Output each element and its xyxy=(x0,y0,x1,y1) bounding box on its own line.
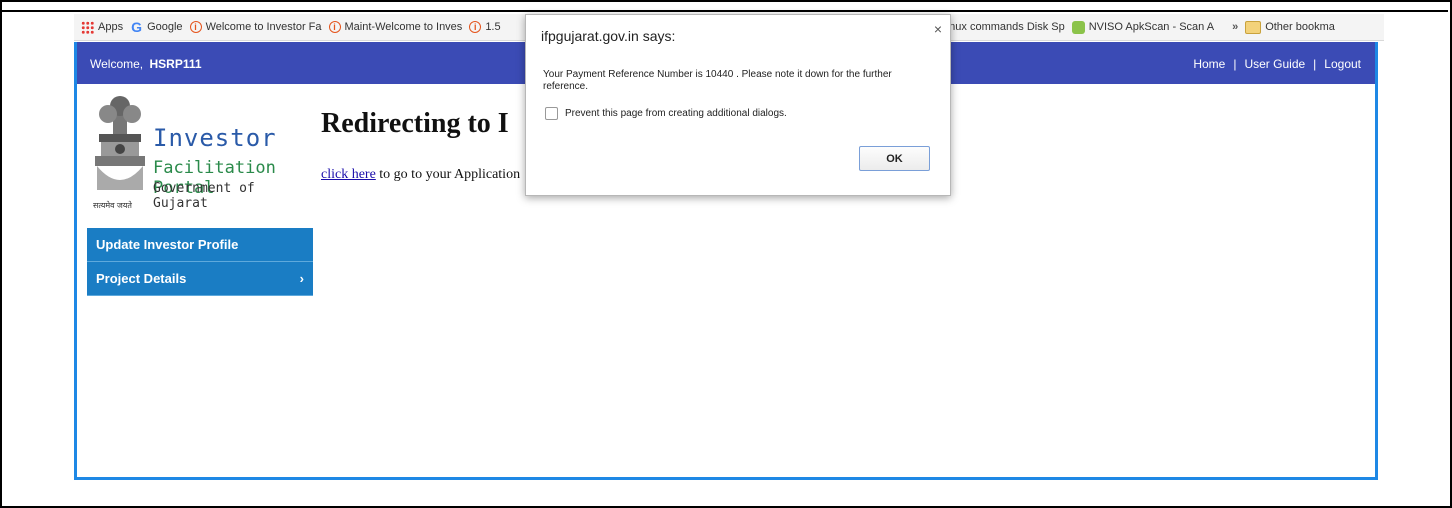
bookmark-1-5[interactable]: i 1.5 xyxy=(469,21,501,33)
apps-grid-icon xyxy=(81,20,94,34)
redirect-instruction-text: to go to your Application xyxy=(375,167,521,182)
menu-item-label: Project Details xyxy=(96,271,187,286)
page-heading: Redirecting to I xyxy=(321,108,509,139)
portal-logo: Investor Facilitation Portal Government … xyxy=(91,94,301,214)
link-separator: | xyxy=(1233,57,1237,71)
google-icon: G xyxy=(131,18,143,35)
redirect-instruction: click here to go to your Application xyxy=(321,167,520,183)
logout-link[interactable]: Logout xyxy=(1324,57,1361,71)
menu-item-project-details[interactable]: Project Details › xyxy=(87,262,313,296)
username: HSRP111 xyxy=(149,57,202,71)
android-icon xyxy=(1071,20,1085,34)
welcome-site-icon: i xyxy=(469,21,482,33)
prevent-dialogs-option[interactable]: Prevent this page from creating addition… xyxy=(545,107,787,120)
click-here-link[interactable]: click here xyxy=(321,167,376,182)
prevent-dialogs-checkbox[interactable] xyxy=(545,107,558,120)
alert-dialog: ifpgujarat.gov.in says: × Your Payment R… xyxy=(525,14,951,196)
logo-title: Investor xyxy=(153,124,277,152)
logo-motto: सत्यमेव जयते xyxy=(93,201,132,210)
dialog-title: ifpgujarat.gov.in says: xyxy=(541,28,676,44)
bookmark-google[interactable]: G Google xyxy=(130,18,183,35)
menu-item-label: Update Investor Profile xyxy=(96,237,239,252)
bookmark-label: Linux commands Disk Sp xyxy=(940,21,1065,33)
bookmark-welcome-investor[interactable]: i Welcome to Investor Fa xyxy=(189,21,322,33)
logo-government: Government of Gujarat xyxy=(153,181,255,211)
close-icon[interactable]: × xyxy=(934,21,942,37)
bookmark-label: Welcome to Investor Fa xyxy=(205,21,322,33)
bookmark-other-folder[interactable]: Other bookma xyxy=(1245,20,1335,34)
welcome-site-icon: i xyxy=(189,21,202,33)
welcome-label: Welcome, xyxy=(90,57,144,71)
bookmark-label: Maint-Welcome to Inves xyxy=(344,21,463,33)
checkbox-label: Prevent this page from creating addition… xyxy=(565,108,787,119)
bookmarks-overflow-button[interactable]: » xyxy=(1232,21,1238,33)
menu-item-update-profile[interactable]: Update Investor Profile xyxy=(87,228,313,262)
bookmark-label: Other bookma xyxy=(1265,21,1335,33)
bookmark-nviso[interactable]: NVISO ApkScan - Scan A xyxy=(1071,20,1215,34)
bookmark-apps[interactable]: Apps xyxy=(81,20,124,34)
home-link[interactable]: Home xyxy=(1193,57,1225,71)
bookmark-label: Apps xyxy=(98,21,124,33)
user-guide-link[interactable]: User Guide xyxy=(1244,57,1305,71)
state-emblem-icon xyxy=(95,96,145,190)
bookmark-label: Google xyxy=(147,21,183,33)
link-separator: | xyxy=(1313,57,1317,71)
bookmark-maint-welcome[interactable]: i Maint-Welcome to Inves xyxy=(328,21,463,33)
dialog-message: Your Payment Reference Number is 10440 .… xyxy=(543,69,892,92)
header-links: Home | User Guide | Logout xyxy=(1193,57,1361,71)
top-border-line xyxy=(0,10,1448,12)
folder-icon xyxy=(1245,20,1262,34)
bookmark-label: NVISO ApkScan - Scan A xyxy=(1088,21,1215,33)
side-menu: Update Investor Profile Project Details … xyxy=(87,228,313,296)
chevron-right-icon: › xyxy=(299,271,304,286)
bookmark-label: 1.5 xyxy=(485,21,501,33)
overflow-chevron-icon: » xyxy=(1232,21,1239,33)
ok-button[interactable]: OK xyxy=(859,146,930,171)
welcome-site-icon: i xyxy=(328,21,341,33)
welcome-text: Welcome, HSRP111 xyxy=(90,57,202,71)
